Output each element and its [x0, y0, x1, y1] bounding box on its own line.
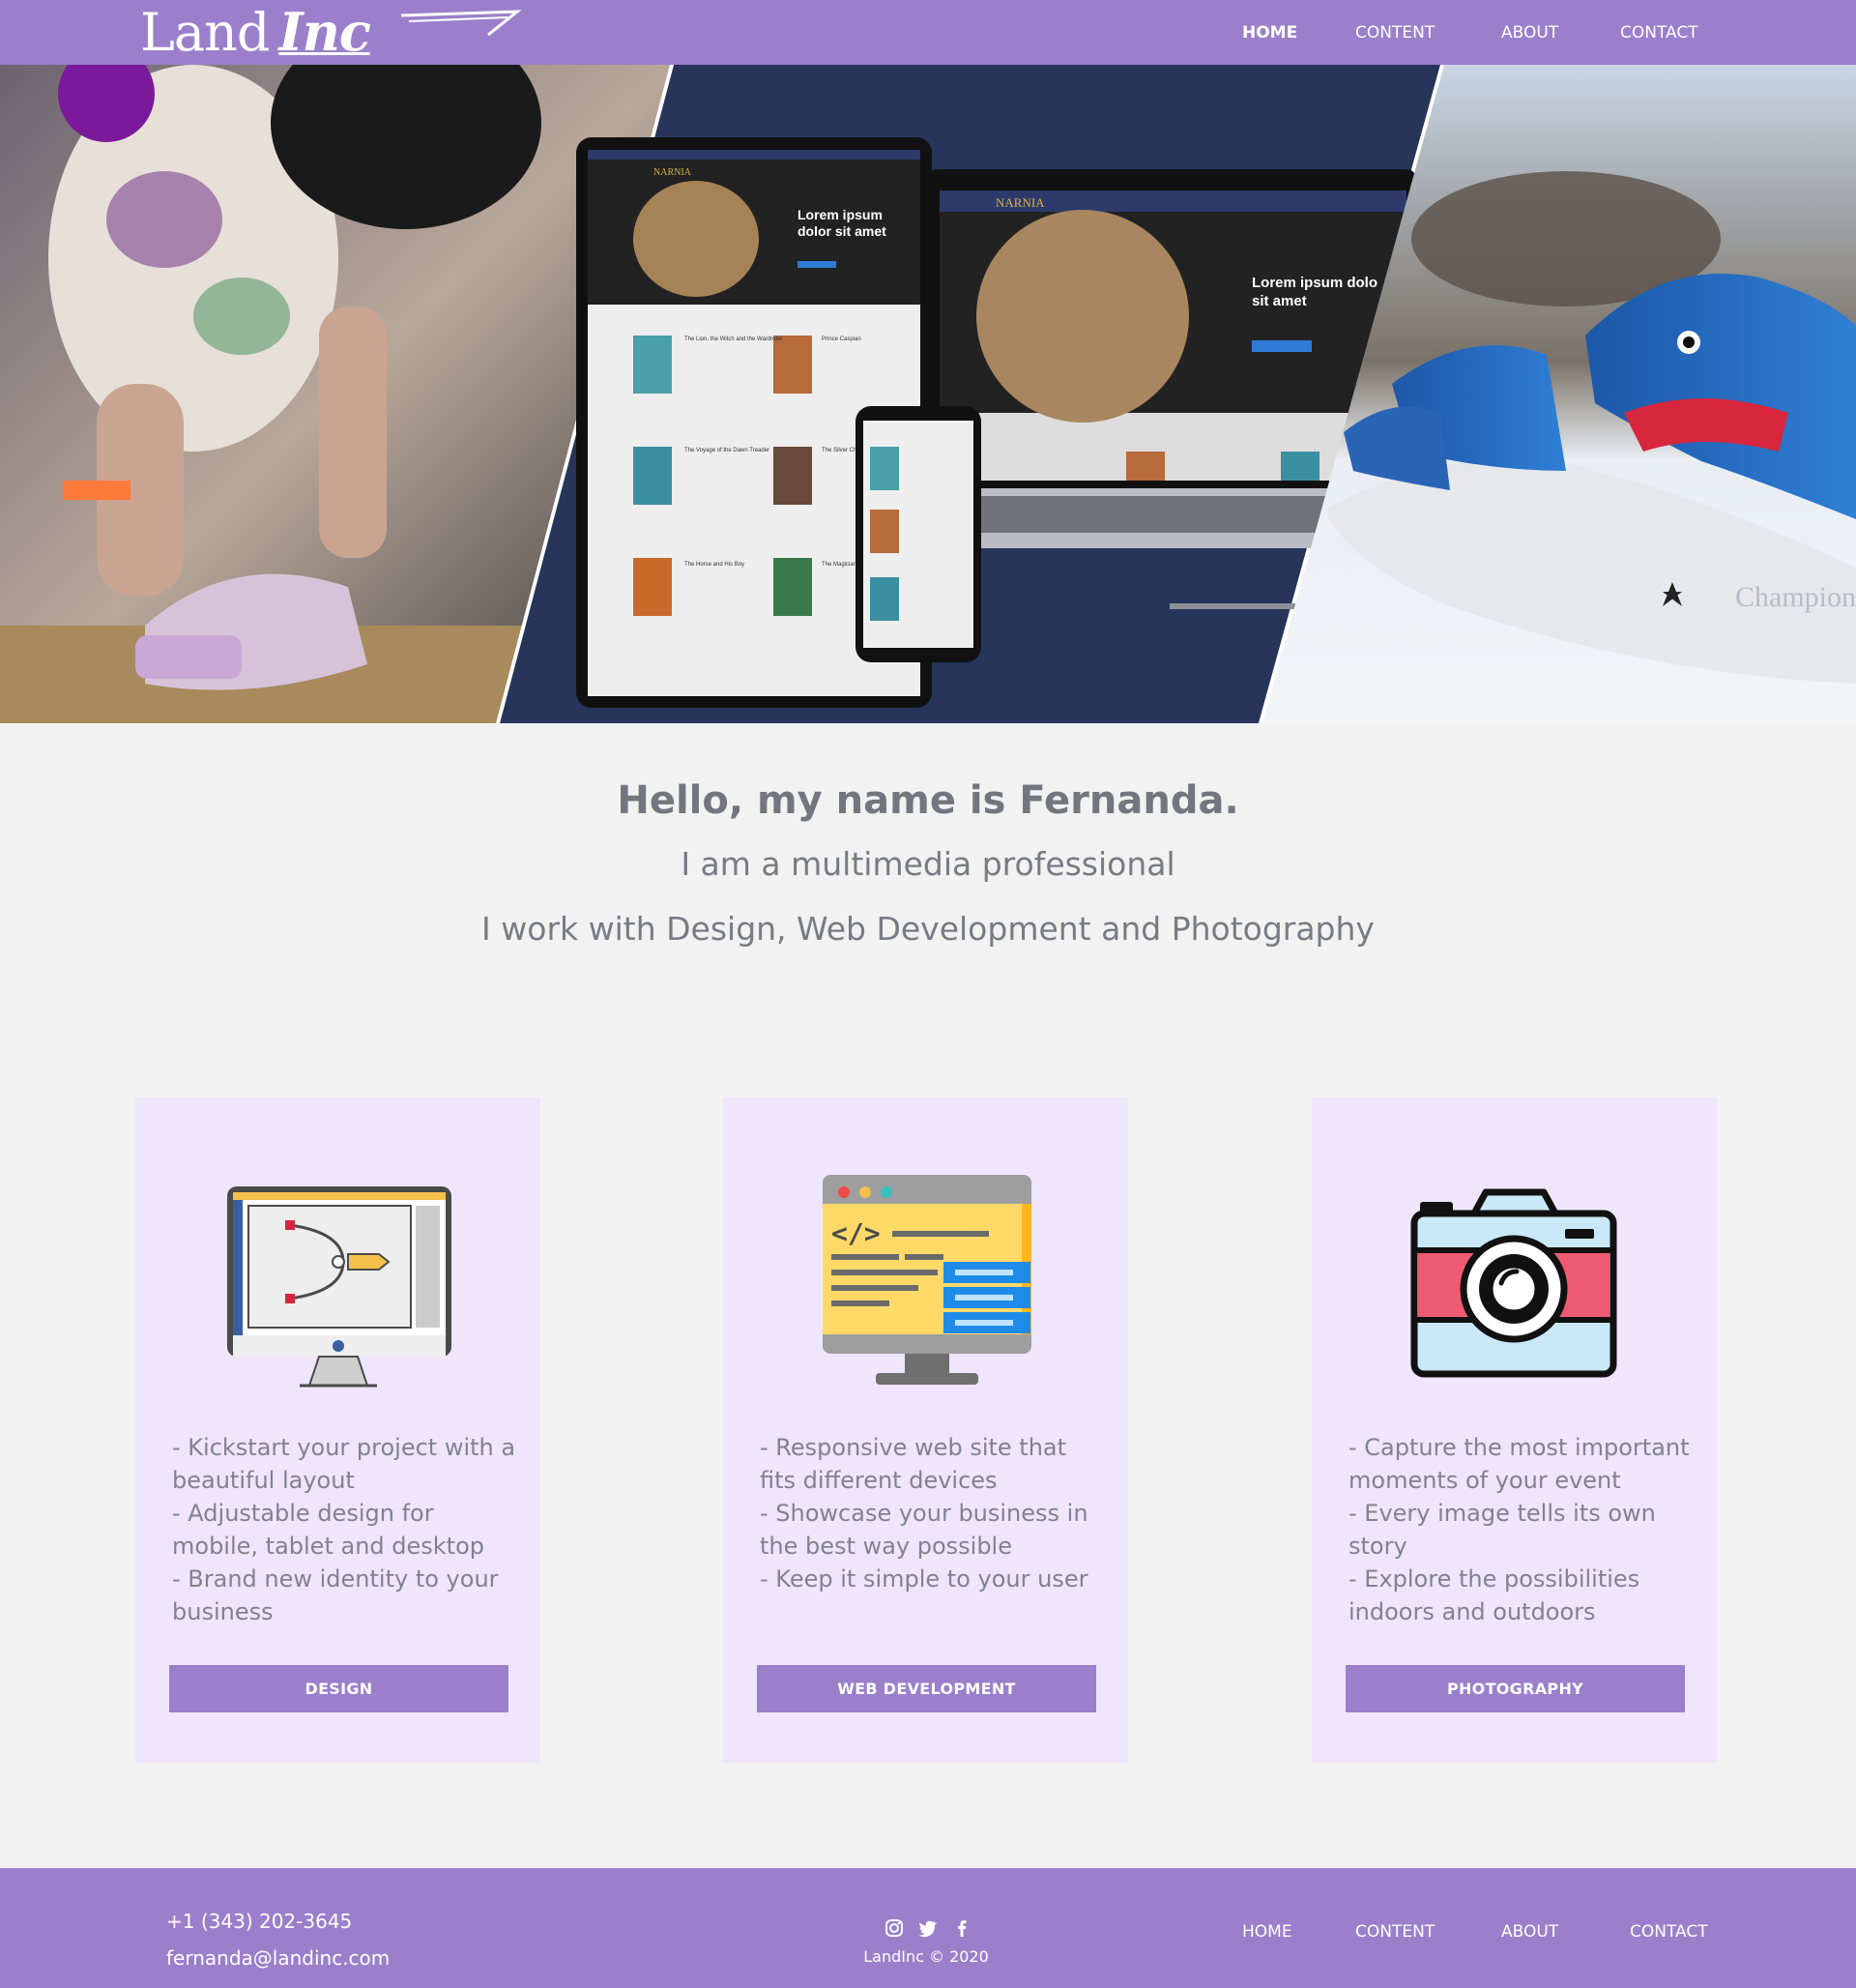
svg-text:The Horse and His Boy: The Horse and His Boy: [684, 562, 744, 568]
camera-icon: [1312, 1175, 1717, 1397]
svg-text:Prince Caspian: Prince Caspian: [822, 336, 861, 342]
nav-content[interactable]: CONTENT: [1355, 22, 1435, 44]
card-line: - Showcase your business in the best way…: [760, 1500, 1088, 1560]
design-monitor-icon: [135, 1175, 540, 1397]
footer-phone[interactable]: +1 (343) 202-3645: [166, 1909, 352, 1934]
social-links: [884, 1917, 972, 1939]
phone-mockup: [856, 406, 981, 662]
card-line: - Adjustable design for mobile, tablet a…: [172, 1500, 484, 1560]
copyright: LandInc © 2020: [863, 1947, 989, 1966]
svg-text:Champion: Champion: [1735, 581, 1856, 613]
footer-nav-about[interactable]: ABOUT: [1501, 1921, 1558, 1943]
logo-text-inc: Inc: [278, 1, 370, 63]
web-development-button[interactable]: WEB DEVELOPMENT: [757, 1665, 1096, 1712]
facebook-icon[interactable]: [951, 1917, 972, 1939]
card-line: - Brand new identity to your business: [172, 1565, 499, 1625]
svg-text:NARNIA: NARNIA: [653, 167, 692, 178]
photography-button[interactable]: PHOTOGRAPHY: [1346, 1665, 1685, 1712]
twitter-icon[interactable]: [917, 1917, 939, 1939]
service-card-web-development: </> - Responsive web site that fits diff…: [723, 1097, 1128, 1763]
intro-subtitle: I am a multimedia professional: [681, 845, 1175, 883]
footer-nav-content[interactable]: CONTENT: [1355, 1921, 1435, 1943]
logo-text-land: Land: [140, 2, 270, 63]
svg-text:Lorem ipsum dolo: Lorem ipsum dolo: [1252, 275, 1378, 291]
intro-services-line: I work with Design, Web Development and …: [481, 910, 1375, 948]
svg-text:NARNIA: NARNIA: [996, 195, 1045, 210]
card-line: - Explore the possibilities indoors and …: [1348, 1565, 1640, 1625]
card-line: - Keep it simple to your user: [760, 1565, 1088, 1593]
svg-text:</>: </>: [831, 1217, 881, 1249]
card-line: - Every image tells its own story: [1348, 1500, 1656, 1560]
site-footer: +1 (343) 202-3645 fernanda@landinc.com L…: [0, 1868, 1856, 1988]
svg-text:The Voyage of the Dawn Treader: The Voyage of the Dawn Treader: [684, 448, 769, 453]
design-description: - Kickstart your project with a beautifu…: [172, 1431, 520, 1628]
design-button[interactable]: DESIGN: [169, 1665, 508, 1712]
nav-contact[interactable]: CONTACT: [1620, 22, 1698, 44]
service-card-photography: - Capture the most important moments of …: [1312, 1097, 1717, 1763]
web-development-icon: </>: [723, 1175, 1128, 1397]
card-line: - Responsive web site that fits differen…: [760, 1434, 1067, 1494]
nav-about[interactable]: ABOUT: [1501, 22, 1558, 44]
service-card-design: - Kickstart your project with a beautifu…: [135, 1097, 540, 1763]
logo-swoosh-icon: [400, 10, 522, 37]
footer-email[interactable]: fernanda@landinc.com: [166, 1945, 390, 1971]
card-line: - Kickstart your project with a beautifu…: [172, 1434, 516, 1494]
hero-banner: Lorem ipsum dolor sit amet The Lion, the…: [0, 65, 1856, 723]
footer-nav-home[interactable]: HOME: [1242, 1921, 1292, 1943]
svg-text:sit amet: sit amet: [1252, 293, 1307, 309]
card-line: - Capture the most important moments of …: [1348, 1434, 1690, 1494]
web-development-description: - Responsive web site that fits differen…: [760, 1431, 1108, 1595]
instagram-icon[interactable]: [884, 1917, 905, 1939]
svg-text:The Lion, the Witch and the Wa: The Lion, the Witch and the Wardrobe: [684, 336, 783, 342]
photography-description: - Capture the most important moments of …: [1348, 1431, 1696, 1628]
intro-title: Hello, my name is Fernanda.: [617, 778, 1239, 823]
footer-nav-contact[interactable]: CONTACT: [1630, 1921, 1708, 1943]
svg-text:dolor sit amet: dolor sit amet: [798, 223, 886, 239]
nav-home[interactable]: HOME: [1242, 22, 1297, 44]
logo[interactable]: Land Inc: [140, 1, 522, 63]
site-header: Land Inc HOME CONTENT ABOUT CONTACT: [0, 0, 1856, 65]
hero-collage-image: Lorem ipsum dolor sit amet The Lion, the…: [0, 65, 1856, 723]
svg-text:Lorem ipsum: Lorem ipsum: [798, 207, 883, 222]
